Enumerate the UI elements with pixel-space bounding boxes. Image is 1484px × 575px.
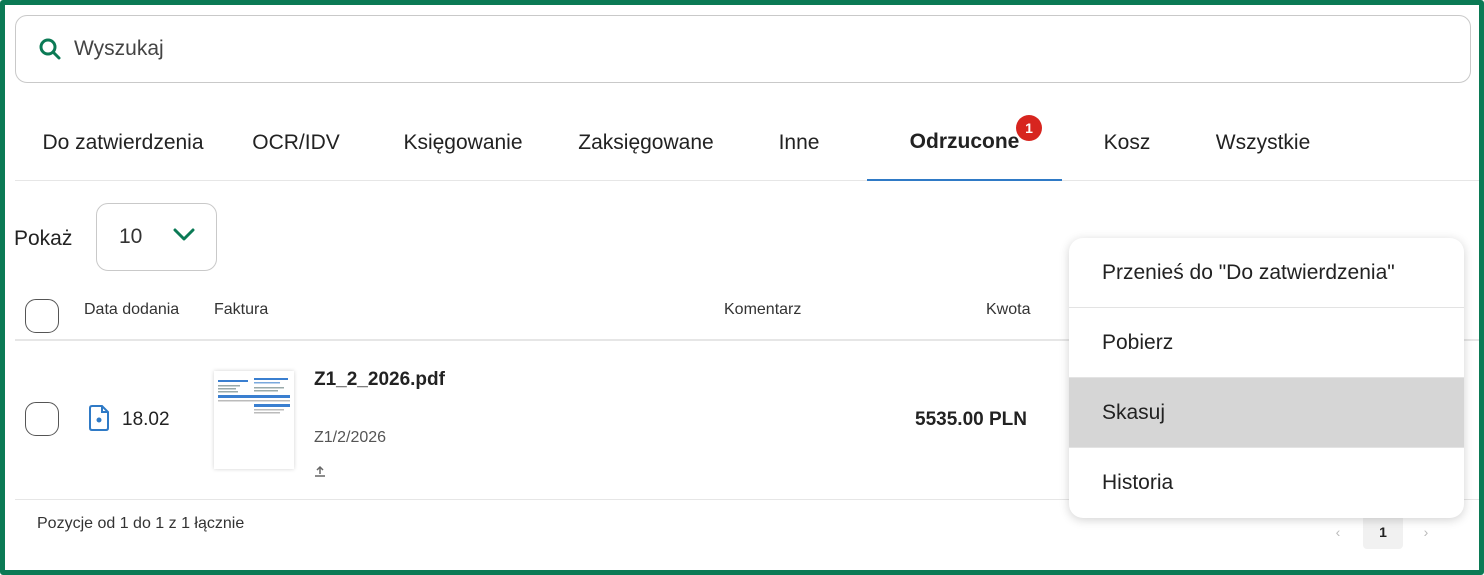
menu-item-download[interactable]: Pobierz	[1069, 308, 1464, 378]
search-input[interactable]	[74, 37, 1374, 61]
notification-badge: 1	[1016, 115, 1042, 141]
invoice-number: Z1/2/2026	[314, 429, 387, 446]
page-size-value: 10	[119, 225, 143, 248]
row-checkbox[interactable]	[25, 402, 59, 436]
tab-ocr-idv[interactable]: OCR/IDV	[243, 105, 349, 181]
row-actions-menu: Przenieś do "Do zatwierdzenia" Pobierz S…	[1069, 238, 1464, 518]
pagination-prev-button[interactable]: ‹	[1319, 515, 1357, 549]
search-icon	[39, 38, 61, 60]
select-all-checkbox[interactable]	[25, 299, 59, 333]
row-date: 18.02	[122, 409, 170, 430]
pagination-next-button[interactable]: ›	[1407, 515, 1445, 549]
tab-do-zatwierdzenia[interactable]: Do zatwierdzenia	[25, 105, 221, 181]
search-bar[interactable]	[15, 15, 1471, 83]
tab-odrzucone[interactable]: Odrzucone 1	[867, 105, 1062, 181]
chevron-down-icon	[173, 228, 195, 241]
menu-item-move-to-approval[interactable]: Przenieś do "Do zatwierdzenia"	[1069, 238, 1464, 308]
column-header-comment[interactable]: Komentarz	[724, 301, 801, 319]
invoice-file-name[interactable]: Z1_2_2026.pdf	[314, 369, 445, 391]
column-header-invoice[interactable]: Faktura	[214, 301, 268, 319]
tab-ksiegowanie[interactable]: Księgowanie	[385, 105, 541, 181]
tab-kosz[interactable]: Kosz	[1089, 105, 1165, 181]
tab-inne[interactable]: Inne	[761, 105, 837, 181]
menu-item-delete[interactable]: Skasuj	[1069, 378, 1464, 448]
invoice-amount: 5535.00 PLN	[915, 409, 1027, 430]
column-header-amount[interactable]: Kwota	[986, 301, 1030, 319]
pagination-page-1[interactable]: 1	[1363, 515, 1403, 549]
tab-wszystkie[interactable]: Wszystkie	[1201, 105, 1325, 181]
menu-item-history[interactable]: Historia	[1069, 448, 1464, 518]
tab-zaksiegowane[interactable]: Zaksięgowane	[565, 105, 727, 181]
status-tabs: Do zatwierdzenia OCR/IDV Księgowanie Zak…	[15, 105, 1479, 181]
invoice-preview-image	[218, 378, 290, 414]
invoice-thumbnail[interactable]	[214, 371, 294, 469]
column-header-date[interactable]: Data dodania	[84, 301, 179, 319]
page-size-select[interactable]: 10	[96, 203, 217, 271]
page-size-label: Pokaż	[14, 227, 73, 250]
file-icon	[89, 405, 109, 431]
app-frame: Do zatwierdzenia OCR/IDV Księgowanie Zak…	[0, 0, 1484, 575]
upload-icon	[315, 465, 325, 477]
pagination-summary: Pozycje od 1 do 1 z 1 łącznie	[37, 515, 245, 532]
